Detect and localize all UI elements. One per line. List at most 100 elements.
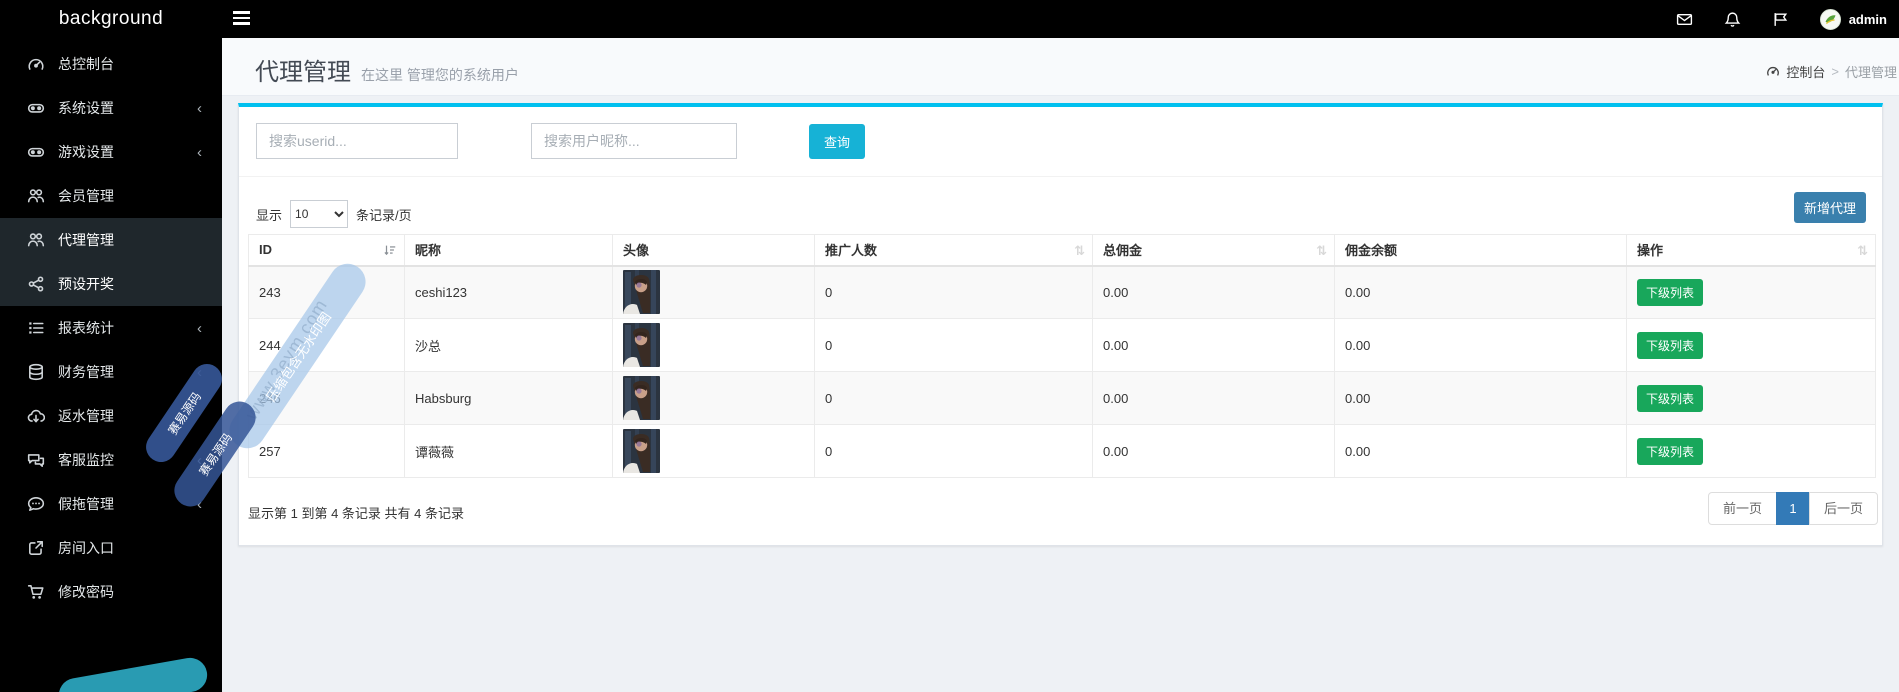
envelope-icon[interactable] <box>1676 10 1694 28</box>
sidebar-item-5[interactable]: 代理管理 <box>0 218 222 262</box>
sidebar-item-label: 财务管理 <box>58 364 114 380</box>
cell-actions: 下级列表 <box>1626 265 1876 319</box>
sidebar-item-9[interactable]: 返水管理 <box>0 394 222 438</box>
sidebar-item-4[interactable]: 会员管理 <box>0 174 222 218</box>
sidebar-item-6[interactable]: 预设开奖 <box>0 262 222 306</box>
column-header-3[interactable]: 推广人数 ⇅ <box>814 234 1093 267</box>
app-logo[interactable]: background <box>0 0 222 38</box>
avatar-image <box>623 429 814 473</box>
chevron-left-icon: ‹ <box>197 363 202 381</box>
column-header-6[interactable]: 操作 ⇅ <box>1626 234 1876 267</box>
cell-id: 244 <box>248 318 405 372</box>
gamepad-icon <box>27 143 45 161</box>
sort-asc-icon[interactable] <box>383 243 397 260</box>
external-link-icon <box>27 539 45 557</box>
page-title-text: 代理管理 <box>255 59 351 86</box>
table-row: 246 Habsburg 0 0.00 0.00 下级列表 <box>248 371 1876 425</box>
per-page-select[interactable]: 10 <box>290 200 349 228</box>
sub-list-button[interactable]: 下级列表 <box>1637 278 1703 306</box>
sidebar-item-label: 客服监控 <box>58 452 114 468</box>
pagination-prev[interactable]: 前一页 <box>1707 492 1777 525</box>
dashboard-icon <box>27 55 45 73</box>
page-subtitle: 在这里 管理您的系统用户 <box>361 67 519 83</box>
sub-list-button[interactable]: 下级列表 <box>1637 437 1703 465</box>
column-header-4[interactable]: 总佣金 ⇅ <box>1092 234 1335 267</box>
gamepad-icon <box>27 99 45 117</box>
table-row: 243 ceshi123 0 0.00 0.00 下级列表 <box>248 265 1876 319</box>
sidebar-item-label: 会员管理 <box>58 188 114 204</box>
pagination-next[interactable]: 后一页 <box>1808 492 1878 525</box>
records-summary: 显示第 1 到第 4 条记录 共有 4 条记录 <box>248 506 464 521</box>
sidebar-item-8[interactable]: 财务管理 ‹ <box>0 350 222 394</box>
column-header-5[interactable]: 佣金余额 <box>1334 234 1627 267</box>
search-nickname-input[interactable] <box>531 123 737 159</box>
flag-icon[interactable] <box>1772 10 1790 28</box>
comment-dots-icon <box>27 495 45 513</box>
breadcrumb-separator: > <box>1831 64 1839 79</box>
avatar-image <box>623 376 814 420</box>
avatar-image <box>623 323 814 367</box>
sidebar-item-2[interactable]: 系统设置 ‹ <box>0 86 222 130</box>
chevron-left-icon: ‹ <box>197 319 202 337</box>
chevron-left-icon: ‹ <box>197 451 202 469</box>
cell-id: 243 <box>248 265 405 319</box>
cell-nickname: 沙总 <box>404 318 613 372</box>
sort-icon[interactable]: ⇅ <box>1074 243 1085 259</box>
sub-list-button[interactable]: 下级列表 <box>1637 331 1703 359</box>
user-avatar <box>1819 8 1841 30</box>
cell-nickname: ceshi123 <box>404 265 613 319</box>
users-icon <box>27 187 45 205</box>
search-button[interactable]: 查询 <box>809 124 865 159</box>
cloud-download-icon <box>27 407 46 425</box>
sort-icon[interactable]: ⇅ <box>1857 243 1868 259</box>
column-header-1[interactable]: 昵称 <box>404 234 613 267</box>
sidebar-toggle-icon[interactable] <box>233 11 251 27</box>
breadcrumb: 控制台 > 代理管理 <box>1766 62 1897 81</box>
breadcrumb-home[interactable]: 控制台 <box>1786 62 1825 81</box>
per-page-suffix: 条记录/页 <box>356 207 412 223</box>
sidebar-item-label: 预设开奖 <box>58 276 114 292</box>
table-row: 244 沙总 0 0.00 0.00 下级列表 <box>248 318 1876 372</box>
show-label: 显示 <box>256 207 283 223</box>
sidebar-item-label: 修改密码 <box>58 584 114 600</box>
sidebar-item-3[interactable]: 游戏设置 ‹ <box>0 130 222 174</box>
sidebar-item-1[interactable]: 总控制台 <box>0 42 222 86</box>
nodes-icon <box>27 275 45 293</box>
bell-icon[interactable] <box>1724 10 1742 28</box>
sidebar-item-12[interactable]: 房间入口 <box>0 526 222 570</box>
divider <box>239 176 1882 177</box>
user-name: admin <box>1848 11 1887 27</box>
column-label: 昵称 <box>415 243 442 259</box>
sidebar-item-10[interactable]: 客服监控 ‹ <box>0 438 222 482</box>
cell-total-commission: 0.00 <box>1092 265 1335 319</box>
users-icon <box>27 231 45 249</box>
cell-commission-balance: 0.00 <box>1334 265 1627 319</box>
sidebar-nav: 总控制台 系统设置 ‹ 游戏设置 ‹ 会员管理代理管理预设开奖报表统计 ‹ 财务管理 ‹ 返水管理… <box>0 38 222 692</box>
cell-commission-balance: 0.00 <box>1334 371 1627 425</box>
dashboard-icon <box>1766 64 1780 79</box>
pagination-page-1[interactable]: 1 <box>1775 492 1810 525</box>
column-label: 佣金余额 <box>1345 243 1398 259</box>
sidebar-item-13[interactable]: 修改密码 <box>0 570 222 614</box>
cell-promo-count: 0 <box>814 265 1093 319</box>
column-header-0[interactable]: ID <box>248 234 405 267</box>
database-icon <box>27 363 45 381</box>
search-userid-input[interactable] <box>256 123 458 159</box>
sidebar-item-11[interactable]: 假拖管理 ‹ <box>0 482 222 526</box>
user-menu[interactable]: admin <box>1819 8 1887 30</box>
column-header-2[interactable]: 头像 <box>612 234 815 267</box>
sidebar-item-label: 报表统计 <box>58 320 114 336</box>
chevron-left-icon: ‹ <box>197 495 202 513</box>
table-row: 257 谭薇薇 0 0.00 0.00 下级列表 <box>248 424 1876 478</box>
chevron-left-icon: ‹ <box>197 143 202 161</box>
sidebar-item-label: 房间入口 <box>58 540 114 556</box>
sub-list-button[interactable]: 下级列表 <box>1637 384 1703 412</box>
agents-table: ID 昵称 头像 推广人数 ⇅ 总佣金 ⇅ 佣金余额 操作 ⇅ 243 ceshi123 0 0.00 0… <box>248 234 1876 478</box>
cell-actions: 下级列表 <box>1626 318 1876 372</box>
agents-panel: 查询 显示 10 条记录/页 新增代理 ID昵称头像推广人数⇅总佣金⇅佣金余额操… <box>238 103 1883 546</box>
sort-icon[interactable]: ⇅ <box>1316 243 1327 259</box>
sidebar-item-label: 返水管理 <box>58 408 114 424</box>
add-agent-button[interactable]: 新增代理 <box>1794 192 1866 223</box>
list-icon <box>27 319 45 337</box>
sidebar-item-7[interactable]: 报表统计 ‹ <box>0 306 222 350</box>
